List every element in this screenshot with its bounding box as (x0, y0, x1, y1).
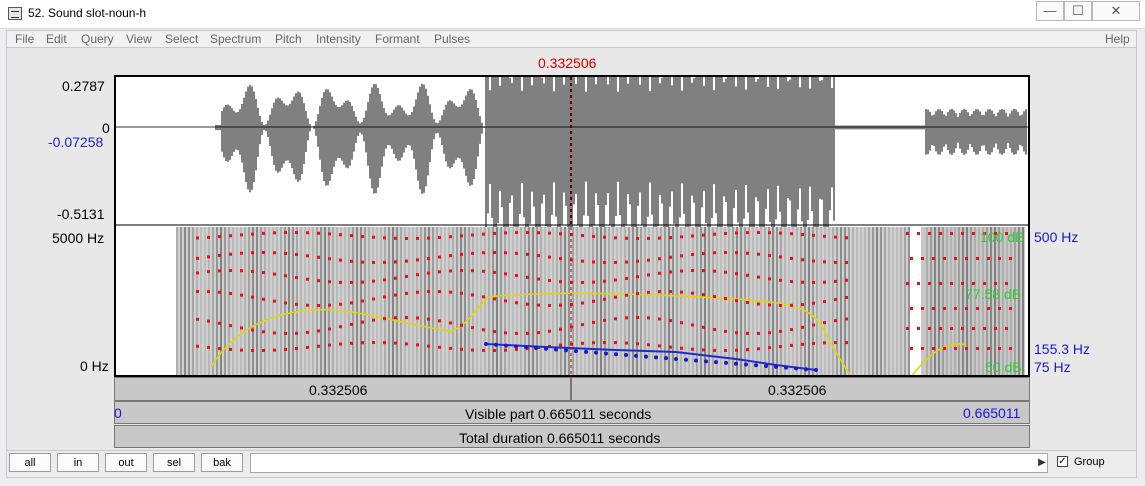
menu-query[interactable]: Query (81, 32, 114, 46)
intensity-value-label: 77.58 dB (965, 286, 1022, 302)
menu-formant[interactable]: Formant (375, 32, 420, 46)
window-title: 52. Sound slot-noun-h (28, 6, 147, 20)
visible-start-label: 0 (114, 405, 122, 421)
minimize-button[interactable]: — (1036, 1, 1064, 21)
editor-plot-area[interactable] (114, 75, 1030, 377)
menu-help[interactable]: Help (1105, 32, 1130, 46)
total-duration-label: Total duration 0.665011 seconds (459, 430, 661, 446)
close-button[interactable]: ✕ (1092, 1, 1140, 21)
app-icon (8, 7, 22, 20)
cursor-time-label: 0.332506 (538, 55, 597, 71)
pitch-value-label: 155.3 Hz (1034, 341, 1091, 357)
visible-part-label: Visible part 0.665011 seconds (465, 406, 652, 422)
group-checkbox[interactable]: ✓ (1057, 456, 1068, 467)
zoom-back-button[interactable]: bak (201, 453, 243, 472)
menu-intensity[interactable]: Intensity (316, 32, 361, 46)
waveform-y-bottom-label: -0.5131 (57, 206, 105, 222)
waveform-y-top-label: 0.2787 (62, 78, 105, 94)
menu-pulses[interactable]: Pulses (434, 32, 470, 46)
time-segment-right[interactable]: 0.332506 (571, 377, 1030, 401)
zoom-all-button[interactable]: all (9, 453, 51, 472)
menu-file[interactable]: File (15, 32, 34, 46)
segment-right-label: 0.332506 (768, 382, 827, 398)
menu-select[interactable]: Select (165, 32, 198, 46)
waveform (116, 77, 1028, 244)
pitch-bottom-label: 75 Hz (1034, 359, 1071, 375)
zoom-out-button[interactable]: out (105, 453, 147, 472)
waveform-spectrogram-svg (116, 77, 1028, 375)
maximize-button[interactable]: ☐ (1064, 1, 1092, 21)
pitch-top-label: 500 Hz (1034, 229, 1079, 245)
menu-view[interactable]: View (126, 32, 152, 46)
menu-spectrum[interactable]: Spectrum (210, 32, 261, 46)
zoom-in-button[interactable]: in (57, 453, 99, 472)
time-scrollbar[interactable] (250, 453, 1048, 473)
menu-pitch[interactable]: Pitch (275, 32, 302, 46)
segment-left-label: 0.332506 (309, 382, 368, 398)
spectrogram-freq-top-label: 5000 Hz (52, 230, 105, 246)
group-checkbox-label: Group (1074, 456, 1105, 468)
waveform-cursor-value-label: -0.07258 (48, 134, 104, 150)
spectrogram-freq-bottom-label: 0 Hz (80, 358, 109, 374)
scroll-right-arrow-icon[interactable]: ▶ (1036, 453, 1048, 473)
menu-bar: File Edit Query View Select Spectrum Pit… (6, 30, 1137, 48)
zoom-sel-button[interactable]: sel (153, 453, 195, 472)
visible-end-label: 0.665011 (963, 405, 1021, 421)
total-duration-bar[interactable]: Total duration 0.665011 seconds (114, 425, 1030, 448)
intensity-top-label: 100 dB (980, 229, 1025, 245)
intensity-bottom-label: 50 dB (985, 359, 1022, 375)
menu-edit[interactable]: Edit (46, 32, 67, 46)
time-segment-left[interactable]: 0.332506 (114, 377, 571, 401)
spectrogram (176, 227, 1025, 375)
title-bar: 52. Sound slot-noun-h — ☐ ✕ (0, 0, 1145, 29)
visible-part-bar[interactable]: Visible part 0.665011 seconds (114, 401, 1030, 424)
